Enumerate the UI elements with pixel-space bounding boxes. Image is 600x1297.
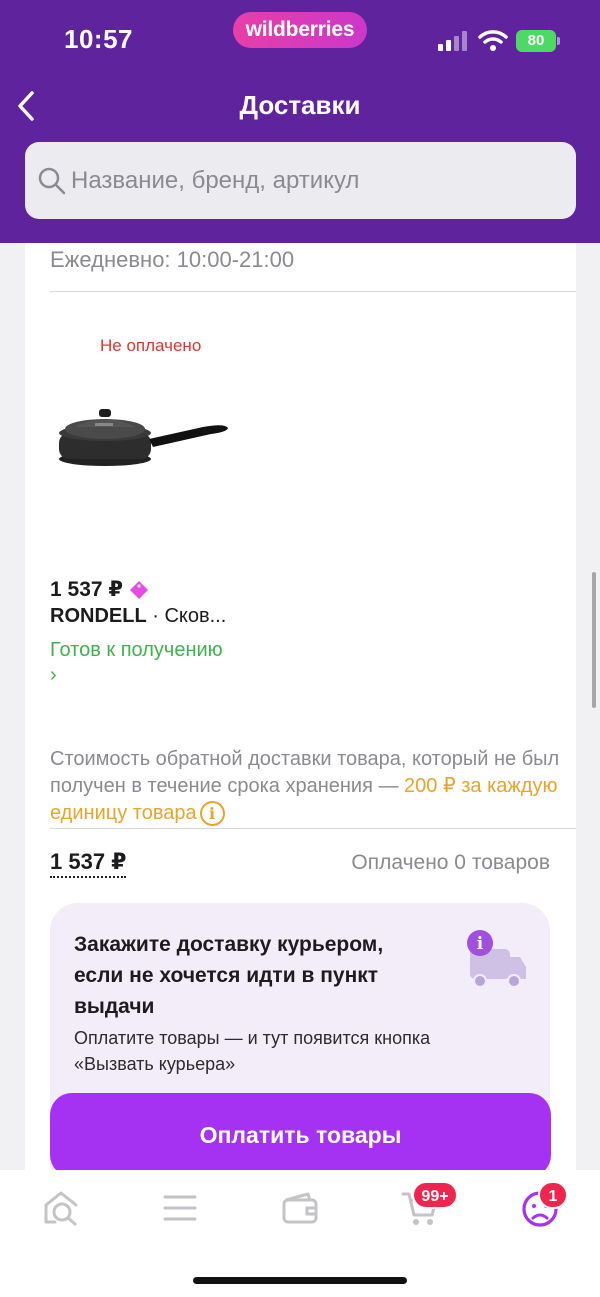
order-total[interactable]: 1 537 ₽ [50, 849, 127, 878]
item-price: 1 537 ₽ [50, 578, 123, 601]
discount-tag-icon [130, 580, 148, 599]
home-search-icon[interactable] [41, 1188, 81, 1228]
battery-icon: 80 [516, 30, 560, 52]
cart-badge: 99+ [412, 1181, 458, 1209]
status-time: 10:57 [64, 24, 133, 54]
paid-items-count: Оплачено 0 товаров [351, 851, 550, 874]
info-icon[interactable]: i [199, 801, 225, 827]
wallet-icon[interactable] [280, 1188, 320, 1228]
item-price-row: 1 537 ₽ [50, 577, 149, 602]
delivery-card: Ежедневно: 10:00-21:00 Не оплачено 1 537… [25, 243, 576, 1183]
payment-status-label: Не оплачено [100, 336, 202, 355]
item-status[interactable]: Готов к получению [50, 639, 223, 662]
app-header: 10:57 wildberries 80 Доставки [0, 0, 600, 243]
pickup-hours: Ежедневно: 10:00-21:00 [50, 247, 295, 272]
page-title: Доставки [239, 90, 361, 120]
item-brand: RONDELL [50, 605, 147, 627]
promo-text: Оплатите товары — и тут появится кнопка … [74, 1028, 431, 1074]
battery-level: 80 [516, 30, 556, 52]
cellular-signal-icon [438, 31, 467, 51]
search-icon [38, 167, 66, 195]
brand-logo: wildberries [233, 12, 367, 48]
catalog-menu-icon[interactable] [160, 1188, 200, 1228]
wifi-icon [478, 30, 508, 51]
scrollbar[interactable] [592, 572, 596, 708]
divider [50, 828, 576, 829]
home-indicator [193, 1277, 407, 1284]
promo-info-glyph: i [477, 934, 484, 954]
product-image[interactable] [53, 403, 233, 473]
delivery-truck-icon: i [467, 930, 526, 988]
item-name: · Сков... [146, 605, 227, 627]
item-title[interactable]: RONDELL · Сков... [50, 605, 226, 628]
pay-items-button[interactable]: Оплатить товары [50, 1093, 551, 1177]
status-chevron-icon[interactable]: › [50, 664, 57, 687]
search-input[interactable] [71, 142, 561, 219]
bottom-tab-bar: 99+ 1 [0, 1170, 600, 1297]
return-delivery-note: Стоимость обратной доставки товара, кото… [50, 746, 560, 827]
divider [50, 291, 576, 292]
search-bar[interactable] [25, 142, 576, 219]
battery-cap [557, 37, 560, 45]
promo-title: Закажите доставку курьером, если не хоче… [74, 933, 384, 1018]
profile-badge: 1 [538, 1181, 568, 1209]
